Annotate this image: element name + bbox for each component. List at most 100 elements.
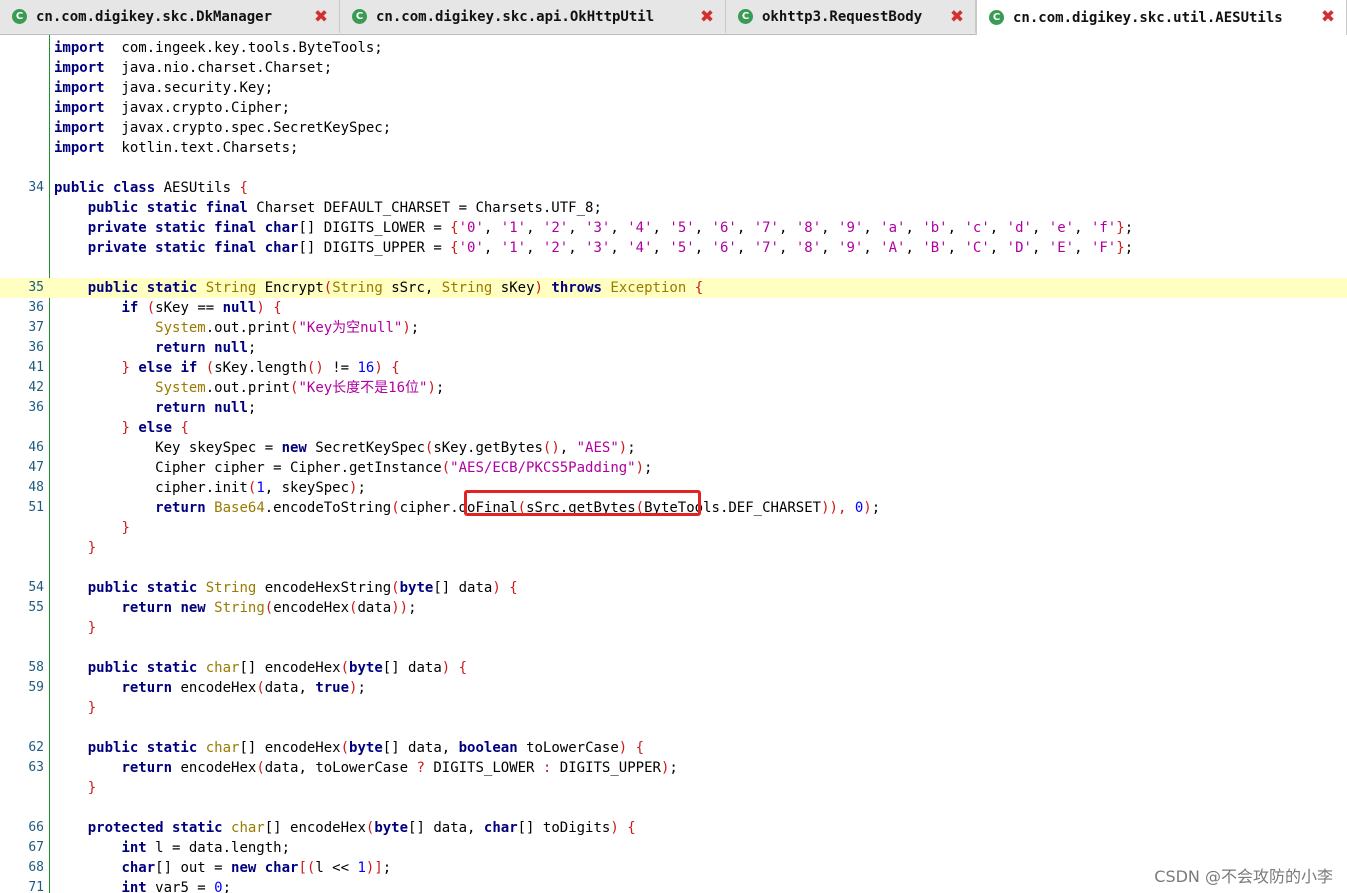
annotation-highlight-box (464, 490, 701, 516)
code-token: , (652, 220, 670, 236)
code-token: , (736, 240, 754, 256)
code-token: [] data (382, 660, 442, 676)
code-text: private static final char[] DIGITS_UPPER… (54, 238, 1133, 258)
close-icon[interactable]: ✖ (1320, 9, 1336, 26)
code-token: , (1074, 240, 1091, 256)
code-token: , (694, 220, 712, 236)
code-token: )), (821, 500, 847, 516)
line-number: 51 (28, 500, 44, 515)
code-token: public class (54, 180, 156, 196)
code-line: 46 Key skeySpec = new SecretKeySpec(sKey… (0, 438, 1347, 458)
code-token: ( (441, 460, 451, 476)
tab-title: cn.com.digikey.skc.util.AESUtils (1013, 9, 1283, 26)
code-text: char[] out = new char[(l << 1)]; (54, 858, 391, 878)
code-token: var5 = (146, 880, 215, 893)
code-line: import java.nio.charset.Charset; (0, 58, 1347, 78)
code-token: String (441, 280, 493, 296)
code-token: '2' (542, 240, 569, 256)
code-token: { (450, 240, 459, 256)
line-number: 41 (28, 360, 44, 375)
code-token: private static final (87, 240, 257, 256)
code-token: '0' (458, 220, 484, 236)
code-token: '0' (458, 240, 484, 256)
code-token: ( (256, 760, 265, 776)
code-token: private static final (87, 220, 257, 236)
code-line: } else { (0, 418, 1347, 438)
line-number: 36 (28, 400, 44, 415)
code-token: , (526, 220, 543, 236)
close-icon[interactable]: ✖ (949, 9, 965, 26)
close-icon[interactable]: ✖ (699, 9, 715, 26)
code-token: , (652, 240, 670, 256)
line-number: 67 (28, 840, 44, 855)
code-token: import (54, 80, 105, 96)
code-token: import (54, 120, 105, 136)
code-token: 'f' (1090, 220, 1117, 236)
line-number: 59 (28, 680, 44, 695)
code-token: [] encodeHex (239, 660, 341, 676)
code-line: 36 if (sKey == null) { (0, 298, 1347, 318)
code-token: throws (551, 280, 602, 296)
code-token: [] encodeHex (239, 740, 341, 756)
line-number: 37 (28, 320, 44, 335)
code-token: , (568, 240, 586, 256)
code-text: import javax.crypto.spec.SecretKeySpec; (54, 118, 391, 138)
code-line: 62 public static char[] encodeHex(byte[]… (0, 738, 1347, 758)
line-number: 71 (28, 880, 44, 893)
code-token: ) (635, 460, 645, 476)
code-token: l << (315, 860, 358, 876)
code-token: [] out = (155, 860, 232, 876)
code-line: import com.ingeek.key.tools.ByteTools; (0, 38, 1347, 58)
code-token: , (821, 240, 839, 256)
code-text: import java.nio.charset.Charset; (54, 58, 332, 78)
code-text: public static String Encrypt(String sSrc… (54, 278, 703, 298)
code-token: ) (427, 380, 436, 396)
line-number: 36 (28, 300, 44, 315)
code-line: 36 return null; (0, 398, 1347, 418)
code-text: return encodeHex(data, toLowerCase ? DIG… (54, 758, 677, 778)
code-text: cipher.init(1, skeySpec); (54, 478, 366, 498)
code-token: () (542, 440, 560, 456)
tab-title: okhttp3.RequestBody (762, 8, 923, 25)
code-token: javax.crypto.spec.SecretKeySpec; (104, 120, 392, 136)
code-line: 35 public static String Encrypt(String s… (0, 278, 1347, 298)
code-line: private static final char[] DIGITS_LOWER… (0, 218, 1347, 238)
code-token: 'b' (922, 220, 948, 236)
code-token: import (54, 100, 105, 116)
tab-aesutils[interactable]: C cn.com.digikey.skc.util.AESUtils ✖ (976, 0, 1347, 35)
code-token: { (458, 660, 468, 676)
code-token: '3' (585, 240, 611, 256)
code-line: 47 Cipher cipher = Cipher.getInstance("A… (0, 458, 1347, 478)
code-token: 1 (357, 860, 366, 876)
code-text: public static final Charset DEFAULT_CHAR… (54, 198, 602, 218)
code-token: DIGITS_LOWER (424, 760, 543, 776)
code-line: } (0, 538, 1347, 558)
tab-requestbody[interactable]: C okhttp3.RequestBody ✖ (726, 0, 976, 33)
code-token: ; (247, 340, 257, 356)
code-token: java.nio.charset.Charset; (104, 60, 333, 76)
close-icon[interactable]: ✖ (313, 9, 329, 26)
tab-okhttputil[interactable]: C cn.com.digikey.skc.api.OkHttpUtil ✖ (340, 0, 726, 33)
code-token: 'e' (1048, 220, 1075, 236)
line-number: 36 (28, 340, 44, 355)
code-token: ; (644, 460, 653, 476)
code-editor[interactable]: import com.ingeek.key.tools.ByteTools; im… (0, 35, 1347, 893)
tab-dkmanager[interactable]: C cn.com.digikey.skc.DkManager ✖ (0, 0, 340, 33)
code-token: [] DIGITS_UPPER = (298, 240, 451, 256)
